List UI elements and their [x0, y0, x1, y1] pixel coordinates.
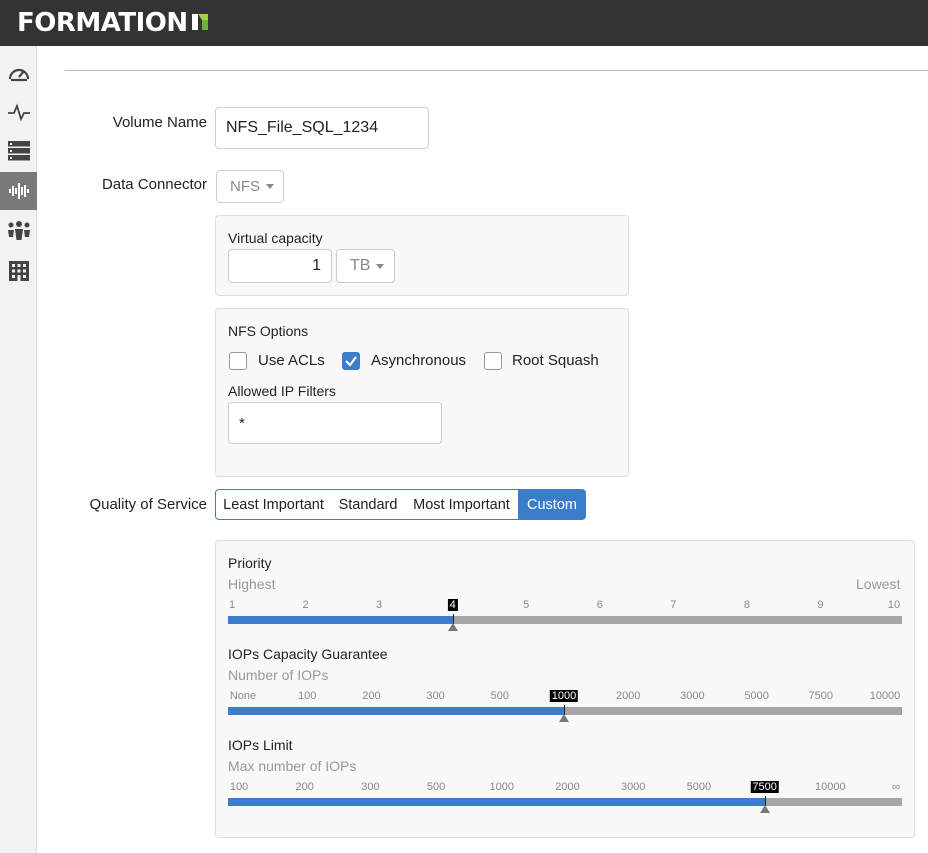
qos-custom-button[interactable]: Custom: [518, 489, 586, 520]
nfs-options-label: NFS Options: [228, 323, 309, 339]
asynchronous-label: Asynchronous: [371, 352, 467, 369]
nav-tenants[interactable]: [0, 252, 37, 290]
nav-users[interactable]: [0, 212, 37, 250]
building-icon: [8, 261, 29, 281]
nav-storage[interactable]: [0, 132, 37, 170]
volume-name-input[interactable]: NFS_File_SQL_1234: [215, 107, 429, 149]
slider-tick-label: 5: [523, 599, 530, 611]
top-bar: FORMATION: [0, 0, 928, 46]
allowed-ip-input[interactable]: *: [228, 402, 442, 444]
capacity-unit-select[interactable]: TB: [336, 249, 395, 283]
nav-dashboard[interactable]: [0, 54, 37, 92]
slider-tick-label: 1: [228, 599, 236, 611]
slider-tick-label: 2000: [555, 781, 580, 793]
iops-guarantee-subtitle: Number of IOPs: [228, 667, 329, 683]
iops-limit-title: IOPs Limit: [228, 737, 293, 753]
qos-most-important-button[interactable]: Most Important: [405, 489, 519, 520]
priority-subtitle: Highest: [228, 576, 276, 592]
iops-guarantee-slider-handle[interactable]: [559, 714, 569, 722]
users-icon: [7, 221, 30, 240]
capacity-input[interactable]: 1: [228, 249, 332, 283]
allowed-ip-label: Allowed IP Filters: [228, 383, 336, 399]
sidebar: [0, 46, 37, 853]
server-stack-icon: [7, 141, 30, 161]
iops-guarantee-title: IOPs Capacity Guarantee: [228, 646, 388, 662]
slider-tick-label: 1000: [549, 690, 579, 702]
priority-slider-handle[interactable]: [447, 623, 458, 631]
header-divider: [65, 70, 928, 71]
root-squash-label: Root Squash: [512, 352, 599, 369]
asynchronous-checkbox[interactable]: [342, 352, 360, 370]
data-connector-value: NFS: [230, 178, 260, 195]
iops-limit-slider-fill: [228, 798, 765, 806]
iops-limit-subtitle: Max number of IOPs: [228, 758, 357, 774]
slider-tick-label: 1000: [489, 781, 515, 793]
slider-tick-label: 3000: [620, 781, 646, 793]
slider-tick-label: 10000: [869, 690, 901, 702]
gauge-icon: [8, 68, 29, 82]
chevron-down-icon: [376, 263, 385, 269]
slider-tick-label: 2: [302, 599, 309, 611]
qos-least-important-button[interactable]: Least Important: [215, 489, 332, 520]
slider-tick-label: 5000: [744, 690, 769, 702]
slider-tick-label: 200: [295, 781, 314, 793]
slider-tick-label: ∞: [892, 781, 900, 793]
slider-tick-label: 10000: [815, 781, 846, 793]
slider-tick-label: 7: [670, 599, 677, 611]
iops-guarantee-slider-fill: [228, 707, 564, 715]
slider-tick-label: 2000: [615, 690, 641, 702]
capacity-unit-value: TB: [350, 257, 371, 274]
data-connector-select[interactable]: NFS: [216, 170, 284, 203]
slider-tick-label: 100: [298, 690, 317, 702]
priority-slider-fill: [228, 616, 453, 624]
slider-tick-label: 7500: [750, 781, 779, 793]
slider-tick-label: 3: [376, 599, 383, 611]
slider-tick-label: 500: [490, 690, 509, 702]
slider-tick-label: 200: [362, 690, 381, 702]
volume-name-label: Volume Name: [112, 114, 207, 131]
slider-tick-label: 100: [229, 781, 249, 793]
use-acls-checkbox[interactable]: [229, 352, 247, 370]
root-squash-checkbox[interactable]: [484, 352, 502, 370]
checkmark-icon: [345, 356, 357, 367]
slider-tick-label: 8: [743, 599, 750, 611]
qos-standard-button[interactable]: Standard: [331, 489, 406, 520]
slider-tick-label: 4: [447, 599, 458, 611]
slider-tick-label: 9: [817, 599, 824, 611]
slider-tick-label: 7500: [808, 690, 834, 702]
brand-logo[interactable]: FORMATION: [17, 8, 188, 38]
data-connector-label: Data Connector: [101, 176, 207, 193]
slider-tick-label: 500: [426, 781, 446, 793]
capacity-label: Virtual capacity: [228, 230, 323, 246]
custom-qos-panel: [215, 540, 915, 838]
qos-label: Quality of Service: [89, 496, 207, 513]
brand-mark-icon: [192, 14, 208, 30]
use-acls-label: Use ACLs: [258, 352, 325, 369]
priority-title: Priority: [228, 555, 272, 571]
slider-tick-label: 300: [361, 781, 380, 793]
priority-subtitle-right: Lowest: [856, 576, 901, 592]
chevron-down-icon: [266, 184, 274, 189]
slider-tick-label: 6: [596, 599, 603, 611]
slider-tick-label: 10: [887, 599, 901, 611]
iops-limit-slider-handle[interactable]: [759, 805, 770, 813]
slider-tick-label: 300: [426, 690, 445, 702]
slider-tick-label: 3000: [680, 690, 705, 702]
slider-tick-label: 5000: [686, 781, 712, 793]
slider-tick-label: None: [229, 690, 257, 702]
